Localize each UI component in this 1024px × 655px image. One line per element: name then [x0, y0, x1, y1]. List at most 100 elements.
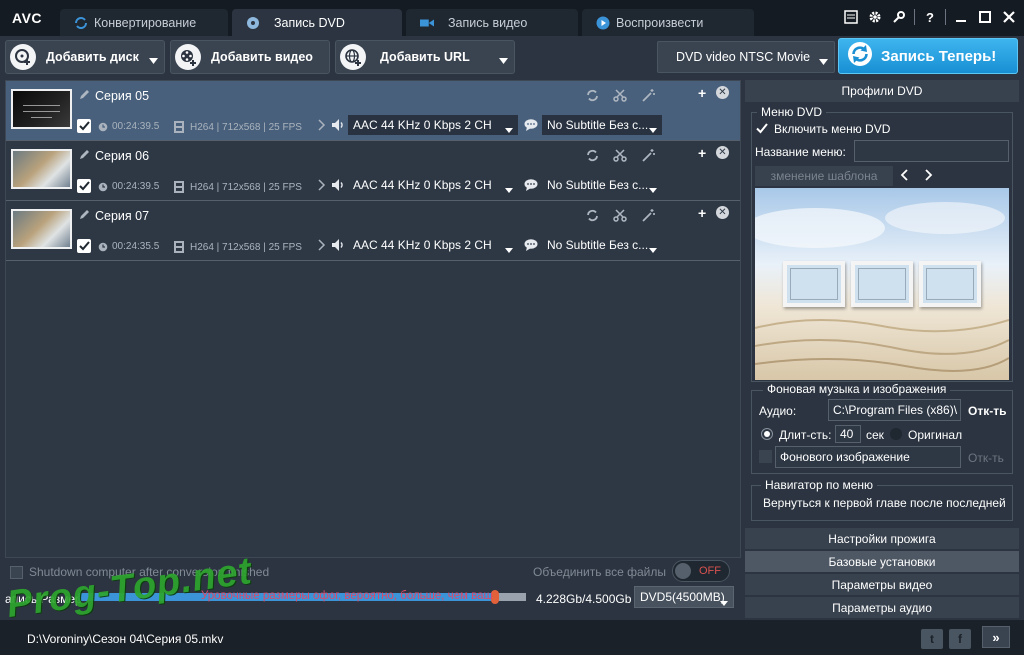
- plus-icon[interactable]: +: [698, 85, 706, 101]
- file-list: Серия 05 + ✕ 00:24:39.5 H264 | 712x568 |…: [5, 80, 741, 558]
- dvd-profile-panel: Профили DVD Меню DVD Включить меню DVD Н…: [745, 80, 1019, 618]
- chevron-right-icon[interactable]: [318, 119, 326, 134]
- enable-menu-checkbox[interactable]: [755, 122, 768, 135]
- file-name[interactable]: Серия 06: [95, 149, 149, 163]
- film-icon: [174, 121, 184, 133]
- tab-label: Запись DVD: [274, 15, 345, 30]
- file-name[interactable]: Серия 05: [95, 89, 149, 103]
- change-template-button[interactable]: зменение шаблона: [755, 166, 893, 186]
- scissors-icon[interactable]: [613, 89, 627, 105]
- tab-convert[interactable]: Конвертирование: [60, 9, 228, 36]
- subtitle-value: No Subtitle Без с...: [547, 118, 649, 132]
- twitter-icon[interactable]: t: [921, 629, 943, 649]
- video-info-value: H264 | 712x568 | 25 FPS: [190, 241, 302, 253]
- menu-name-input[interactable]: [854, 140, 1009, 162]
- convert-icon[interactable]: [586, 209, 599, 225]
- film-icon: [174, 181, 184, 193]
- audio-track-select[interactable]: AAC 44 KHz 0 Kbps 2 CH: [348, 115, 518, 135]
- open-image-button[interactable]: Отк-ть: [968, 451, 1004, 465]
- merge-files-toggle[interactable]: OFF: [672, 560, 730, 582]
- background-image-input[interactable]: Фонового изображение: [775, 446, 961, 468]
- chevron-down-icon: [720, 595, 728, 609]
- menu-frame-2: [851, 261, 913, 307]
- tab-dvd-burn[interactable]: Запись DVD: [232, 9, 402, 36]
- file-row[interactable]: Серия 06 + ✕ 00:24:39.5 H264 | 712x568 |…: [6, 141, 740, 201]
- file-name[interactable]: Серия 07: [95, 209, 149, 223]
- chevron-right-icon[interactable]: [318, 179, 326, 194]
- chevron-down-icon[interactable]: [149, 53, 158, 67]
- scissors-icon[interactable]: [613, 149, 627, 165]
- scissors-icon[interactable]: [613, 209, 627, 225]
- pencil-icon[interactable]: [78, 149, 90, 164]
- audio-track-select[interactable]: AAC 44 KHz 0 Kbps 2 CH: [348, 175, 518, 195]
- chevron-left-icon[interactable]: [900, 168, 910, 185]
- panel-header[interactable]: Профили DVD: [745, 80, 1019, 102]
- audio-track-select[interactable]: AAC 44 KHz 0 Kbps 2 CH: [348, 235, 518, 255]
- open-audio-button[interactable]: Отк-ть: [968, 404, 1006, 418]
- menu-frame-3: [919, 261, 981, 307]
- chevron-down-icon[interactable]: [499, 53, 508, 67]
- magic-wand-icon[interactable]: [641, 89, 655, 105]
- background-image-checkbox[interactable]: [759, 450, 772, 463]
- disc-type-select[interactable]: DVD5(4500MB): [634, 586, 734, 608]
- chevron-right-icon[interactable]: [318, 239, 326, 254]
- plus-icon[interactable]: +: [698, 205, 706, 221]
- duration-input[interactable]: 40: [835, 425, 861, 443]
- menu-frame-1: [783, 261, 845, 307]
- add-disc-button[interactable]: Добавить диск: [5, 40, 165, 74]
- duration-value: 00:24:35.5: [112, 241, 160, 252]
- close-icon[interactable]: ✕: [716, 206, 729, 219]
- output-profile-select[interactable]: DVD video NTSC Movie: [657, 41, 835, 73]
- disc-icon: [246, 16, 260, 30]
- toggle-knob: [675, 563, 691, 579]
- duration-value: 00:24:39.5: [112, 121, 160, 132]
- original-radio[interactable]: [890, 428, 902, 440]
- subtitle-select[interactable]: No Subtitle Без с...: [542, 175, 662, 195]
- video-info-value: H264 | 712x568 | 25 FPS: [190, 121, 302, 133]
- tab-label: Конвертирование: [94, 15, 197, 30]
- video-info-value: H264 | 712x568 | 25 FPS: [190, 181, 302, 193]
- log-icon[interactable]: [842, 8, 860, 26]
- chevron-right-icon[interactable]: [923, 168, 933, 185]
- magic-wand-icon[interactable]: [641, 149, 655, 165]
- minimize-icon[interactable]: [952, 8, 970, 26]
- clock-icon: [98, 122, 108, 131]
- help-button[interactable]: ?: [921, 8, 939, 26]
- magic-wand-icon[interactable]: [641, 209, 655, 225]
- tab-play[interactable]: Воспроизвести: [582, 9, 754, 36]
- audio-settings-section[interactable]: Параметры аудио: [745, 596, 1019, 618]
- pencil-icon[interactable]: [78, 209, 90, 224]
- subtitle-select[interactable]: No Subtitle Без с...: [542, 235, 662, 255]
- file-row[interactable]: Серия 05 + ✕ 00:24:39.5 H264 | 712x568 |…: [6, 81, 740, 141]
- file-row[interactable]: Серия 07 + ✕ 00:24:35.5 H264 | 712x568 |…: [6, 201, 740, 261]
- tab-video-burn[interactable]: Запись видео: [406, 9, 578, 36]
- facebook-icon[interactable]: f: [949, 629, 971, 649]
- maximize-icon[interactable]: [976, 8, 994, 26]
- burn-settings-section[interactable]: Настройки прожига: [745, 527, 1019, 549]
- row-checkbox[interactable]: [77, 239, 91, 253]
- plus-icon[interactable]: +: [698, 145, 706, 161]
- burn-now-button[interactable]: Запись Теперь!: [838, 38, 1018, 74]
- basic-settings-section[interactable]: Базовые установки: [745, 550, 1019, 572]
- close-icon[interactable]: [1000, 8, 1018, 26]
- next-button[interactable]: »: [982, 626, 1010, 648]
- key-icon[interactable]: [890, 8, 908, 26]
- row-checkbox[interactable]: [77, 119, 91, 133]
- subtitle-select[interactable]: No Subtitle Без с...: [542, 115, 662, 135]
- close-icon[interactable]: ✕: [716, 86, 729, 99]
- audio-path-input[interactable]: C:\Program Files (x86)\: [828, 399, 961, 421]
- navigator-option[interactable]: Вернуться к первой главе после последней: [763, 496, 1006, 510]
- duration-radio[interactable]: [761, 428, 773, 440]
- speaker-icon: [331, 118, 345, 135]
- film-icon: [174, 241, 184, 253]
- convert-icon[interactable]: [586, 149, 599, 165]
- shutdown-checkbox[interactable]: [10, 565, 23, 579]
- gear-icon[interactable]: [866, 8, 884, 26]
- close-icon[interactable]: ✕: [716, 146, 729, 159]
- video-settings-section[interactable]: Параметры видео: [745, 573, 1019, 595]
- pencil-icon[interactable]: [78, 89, 90, 104]
- add-url-button[interactable]: Добавить URL: [335, 40, 515, 74]
- add-video-button[interactable]: Добавить видео: [170, 40, 330, 74]
- convert-icon[interactable]: [586, 89, 599, 105]
- row-checkbox[interactable]: [77, 179, 91, 193]
